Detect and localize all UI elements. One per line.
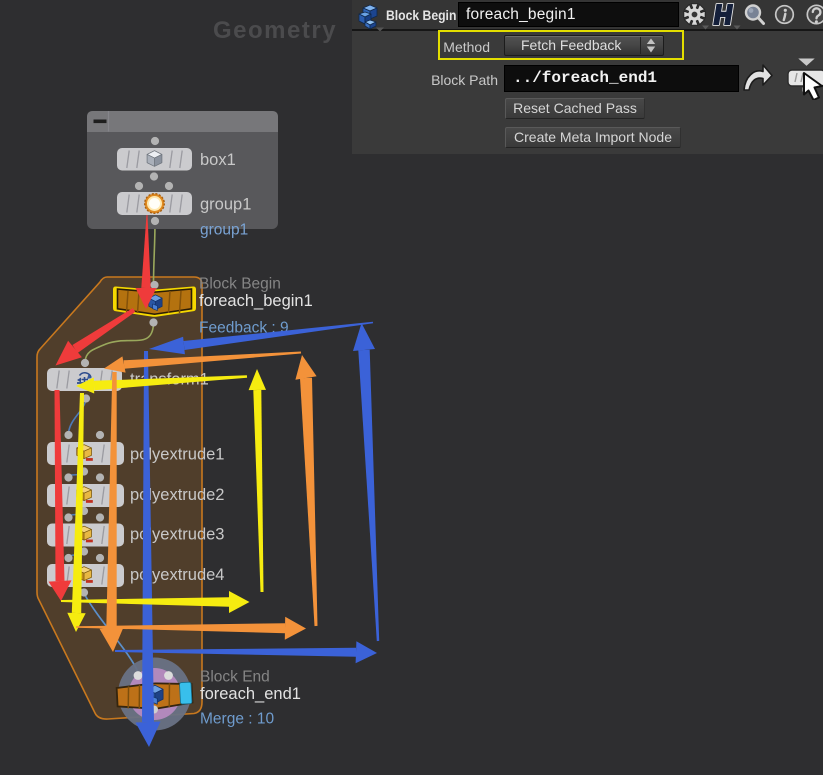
- svg-text:Merge : 10: Merge : 10: [200, 711, 274, 728]
- svg-text:Block End: Block End: [200, 669, 270, 686]
- svg-text:group1: group1: [200, 196, 251, 214]
- svg-text:Block Begin: Block Begin: [199, 276, 281, 293]
- svg-text:foreach_begin1: foreach_begin1: [199, 292, 313, 310]
- svg-text:box1: box1: [200, 151, 236, 169]
- svg-text:foreach_end1: foreach_end1: [200, 685, 301, 703]
- svg-text:group1: group1: [200, 222, 248, 239]
